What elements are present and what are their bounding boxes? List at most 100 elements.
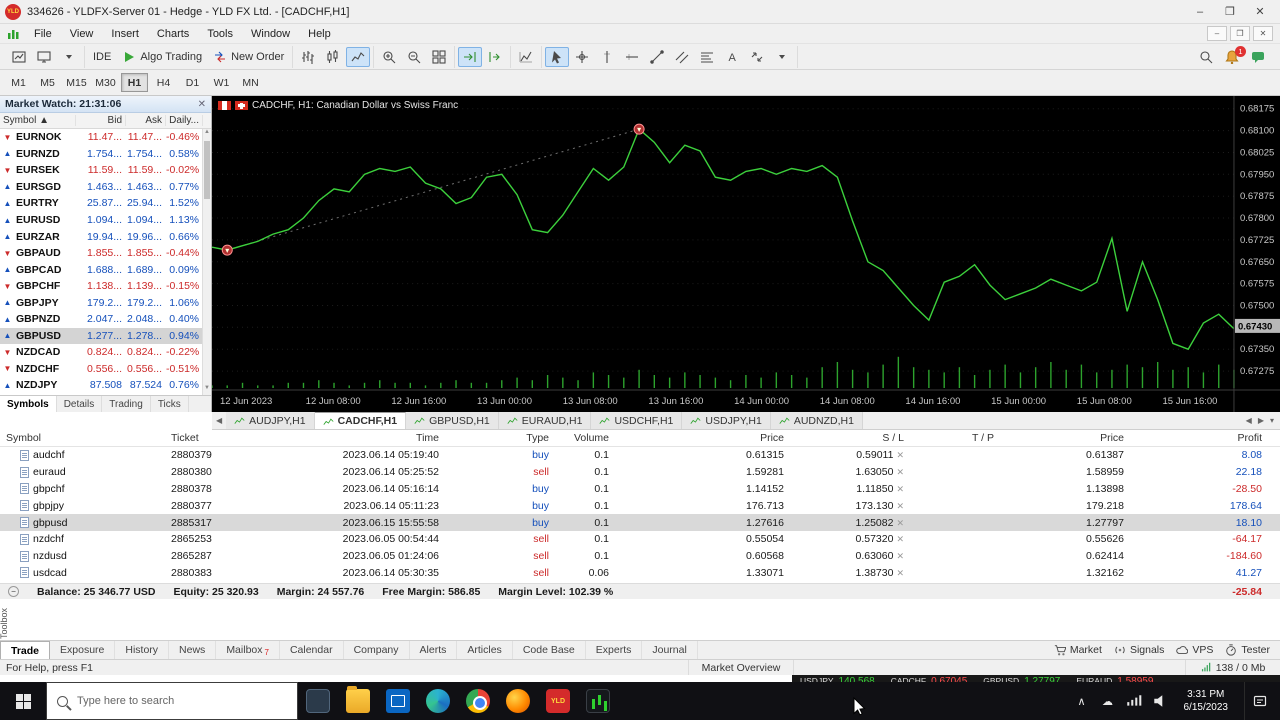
onedrive-cloud-icon[interactable]: ☁ xyxy=(1100,693,1116,709)
menu-item-insert[interactable]: Insert xyxy=(102,26,148,42)
market-watch-row[interactable]: ▲ GBPJPY 179.2... 179.2... 1.06% xyxy=(0,294,203,311)
bell-icon[interactable]: 1 xyxy=(1220,45,1246,67)
market-watch-row[interactable]: ▲ EURUSD 1.094... 1.094... 1.13% xyxy=(0,212,203,229)
remove-sl-icon[interactable]: ✕ xyxy=(893,551,904,561)
market-watch-row[interactable]: ▼ EURSEK 11.59... 11.59... -0.02% xyxy=(0,162,203,179)
taskbar-app-metatrader[interactable] xyxy=(578,682,618,720)
trade-row[interactable]: euraud 2880380 2023.06.14 05:25:52 sell 0.1 1… xyxy=(0,464,1280,481)
market-watch-row[interactable]: ▼ NZDCHF 0.556... 0.556... -0.51% xyxy=(0,361,203,378)
taskbar-app-chrome[interactable] xyxy=(458,682,498,720)
market-overview-button[interactable]: Market Overview xyxy=(688,660,793,675)
trade-column-price[interactable]: Price xyxy=(1000,432,1130,444)
start-button[interactable] xyxy=(0,682,46,720)
scroll-down-icon[interactable]: ▼ xyxy=(203,385,211,395)
trade-row[interactable]: nzdchf 2865253 2023.06.05 00:54:44 sell 0.1 0… xyxy=(0,531,1280,548)
chat-icon[interactable] xyxy=(1246,47,1270,67)
hline-icon[interactable] xyxy=(620,47,644,67)
timeframe-d1[interactable]: D1 xyxy=(179,73,206,92)
chart-tab-euraud[interactable]: EURAUD,H1 xyxy=(498,412,592,429)
taskbar-app-task-view[interactable] xyxy=(298,682,338,720)
timeframe-h1[interactable]: H1 xyxy=(121,73,148,92)
trade-row[interactable]: gbpchf 2880378 2023.06.14 05:16:14 buy 0.1 1.… xyxy=(0,481,1280,498)
service-tester-button[interactable]: Tester xyxy=(1225,644,1270,656)
market-watch-row[interactable]: ▲ EURTRY 25.87... 25.94... 1.52% xyxy=(0,195,203,212)
market-watch-row[interactable]: ▲ EURSGD 1.463... 1.463... 0.77% xyxy=(0,179,203,196)
remove-sl-icon[interactable]: ✕ xyxy=(893,501,904,511)
line-chart-icon[interactable] xyxy=(346,46,371,67)
timeframe-m1[interactable]: M1 xyxy=(5,73,32,92)
trade-column-tp[interactable]: T / P xyxy=(910,432,1000,444)
trade-column-profit[interactable]: Profit xyxy=(1130,432,1280,444)
bottom-tab-history[interactable]: History xyxy=(115,641,170,659)
minimize-button[interactable]: – xyxy=(1185,2,1215,22)
timeframe-mn[interactable]: MN xyxy=(237,73,264,92)
mw-tab-details[interactable]: Details xyxy=(57,396,103,412)
menu-item-window[interactable]: Window xyxy=(242,26,299,42)
mw-column-symbol[interactable]: Symbol ▲ xyxy=(0,115,76,126)
menu-item-view[interactable]: View xyxy=(61,26,103,42)
bottom-tab-journal[interactable]: Journal xyxy=(642,641,698,659)
taskbar-app-file-explorer[interactable] xyxy=(338,682,378,720)
trade-row[interactable]: usdcad 2880383 2023.06.14 05:30:35 sell 0.06… xyxy=(0,565,1280,582)
market-watch-header[interactable]: Symbol ▲ Bid Ask Daily... xyxy=(0,113,211,129)
timeframe-m5[interactable]: M5 xyxy=(34,73,61,92)
profiles-icon[interactable] xyxy=(32,47,56,67)
mw-column-bid[interactable]: Bid xyxy=(76,115,126,126)
tab-scroll-left-icon[interactable]: ◀ xyxy=(212,412,226,429)
bottom-tab-articles[interactable]: Articles xyxy=(457,641,513,659)
trade-column-time[interactable]: Time xyxy=(285,432,445,444)
maximize-button[interactable]: ❐ xyxy=(1215,2,1245,22)
bars-icon[interactable] xyxy=(296,47,320,67)
trendline-icon[interactable] xyxy=(645,47,669,67)
arrows-icon[interactable] xyxy=(745,47,769,67)
price-chart[interactable]: 0.68175 0.68100 0.68025 0.67950 0.67875 0.678… xyxy=(212,96,1280,412)
tab-list-icon[interactable]: ▾ xyxy=(1270,416,1274,425)
trade-column-symbol[interactable]: Symbol xyxy=(0,432,165,444)
dropdown-icon[interactable] xyxy=(57,47,81,67)
text-icon[interactable]: A xyxy=(720,47,744,67)
candles-icon[interactable] xyxy=(321,47,345,67)
timeframe-w1[interactable]: W1 xyxy=(208,73,235,92)
cursor-icon[interactable] xyxy=(545,46,570,67)
summary-minus-icon[interactable]: − xyxy=(8,586,19,597)
new-chart-icon[interactable] xyxy=(7,47,31,67)
ide-button[interactable]: IDE xyxy=(88,47,116,67)
market-watch-row[interactable]: ▲ GBPCAD 1.688... 1.689... 0.09% xyxy=(0,261,203,278)
market-watch-row[interactable]: ▲ GBPNZD 2.047... 2.048... 0.40% xyxy=(0,311,203,328)
mdi-close-button[interactable]: ✕ xyxy=(1253,26,1273,41)
trade-column-type[interactable]: Type xyxy=(445,432,555,444)
zoom-out-icon[interactable] xyxy=(402,47,426,67)
remove-sl-icon[interactable]: ✕ xyxy=(893,534,904,544)
service-signals-button[interactable]: Signals xyxy=(1114,644,1164,656)
bottom-tab-mailbox[interactable]: Mailbox 7 xyxy=(216,641,280,659)
new-order-button[interactable]: New Order xyxy=(208,47,289,67)
trade-row[interactable]: gbpusd 2885317 2023.06.15 15:55:58 buy 0.1 1.… xyxy=(0,514,1280,531)
taskbar-clock[interactable]: 3:31 PM 6/15/2023 xyxy=(1178,688,1235,714)
tile-icon[interactable] xyxy=(427,47,451,67)
trade-row[interactable]: gbpjpy 2880377 2023.06.14 05:11:23 buy 0.1 17… xyxy=(0,497,1280,514)
taskbar-app-edge[interactable] xyxy=(418,682,458,720)
trade-column-sl[interactable]: S / L xyxy=(790,432,910,444)
chart-tab-usdchf[interactable]: USDCHF,H1 xyxy=(591,412,683,429)
bottom-tab-codebase[interactable]: Code Base xyxy=(513,641,586,659)
remove-sl-icon[interactable]: ✕ xyxy=(893,568,904,578)
taskbar-app-firefox[interactable] xyxy=(498,682,538,720)
menu-item-charts[interactable]: Charts xyxy=(148,26,198,42)
chart-tab-cadchf[interactable]: CADCHF,H1 xyxy=(314,412,407,429)
scrollbar-thumb[interactable] xyxy=(204,141,210,199)
market-watch-row[interactable]: ▼ EURNOK 11.47... 11.47... -0.46% xyxy=(0,129,203,146)
mw-tab-trading[interactable]: Trading xyxy=(102,396,151,412)
channel-icon[interactable] xyxy=(670,47,694,67)
indicators-icon[interactable] xyxy=(514,47,538,67)
trade-column-volume[interactable]: Volume xyxy=(555,432,615,444)
remove-sl-icon[interactable]: ✕ xyxy=(893,484,904,494)
service-vps-button[interactable]: VPS xyxy=(1176,644,1213,656)
close-button[interactable]: ✕ xyxy=(1245,2,1275,22)
remove-sl-icon[interactable]: ✕ xyxy=(893,518,904,528)
menu-item-tools[interactable]: Tools xyxy=(198,26,242,42)
remove-sl-icon[interactable]: ✕ xyxy=(893,450,904,460)
taskbar-app-yld-terminal[interactable]: YLD xyxy=(538,682,578,720)
market-watch-row[interactable]: ▼ GBPAUD 1.855... 1.855... -0.44% xyxy=(0,245,203,262)
mdi-restore-button[interactable]: ❐ xyxy=(1230,26,1250,41)
menu-item-file[interactable]: File xyxy=(25,26,61,42)
